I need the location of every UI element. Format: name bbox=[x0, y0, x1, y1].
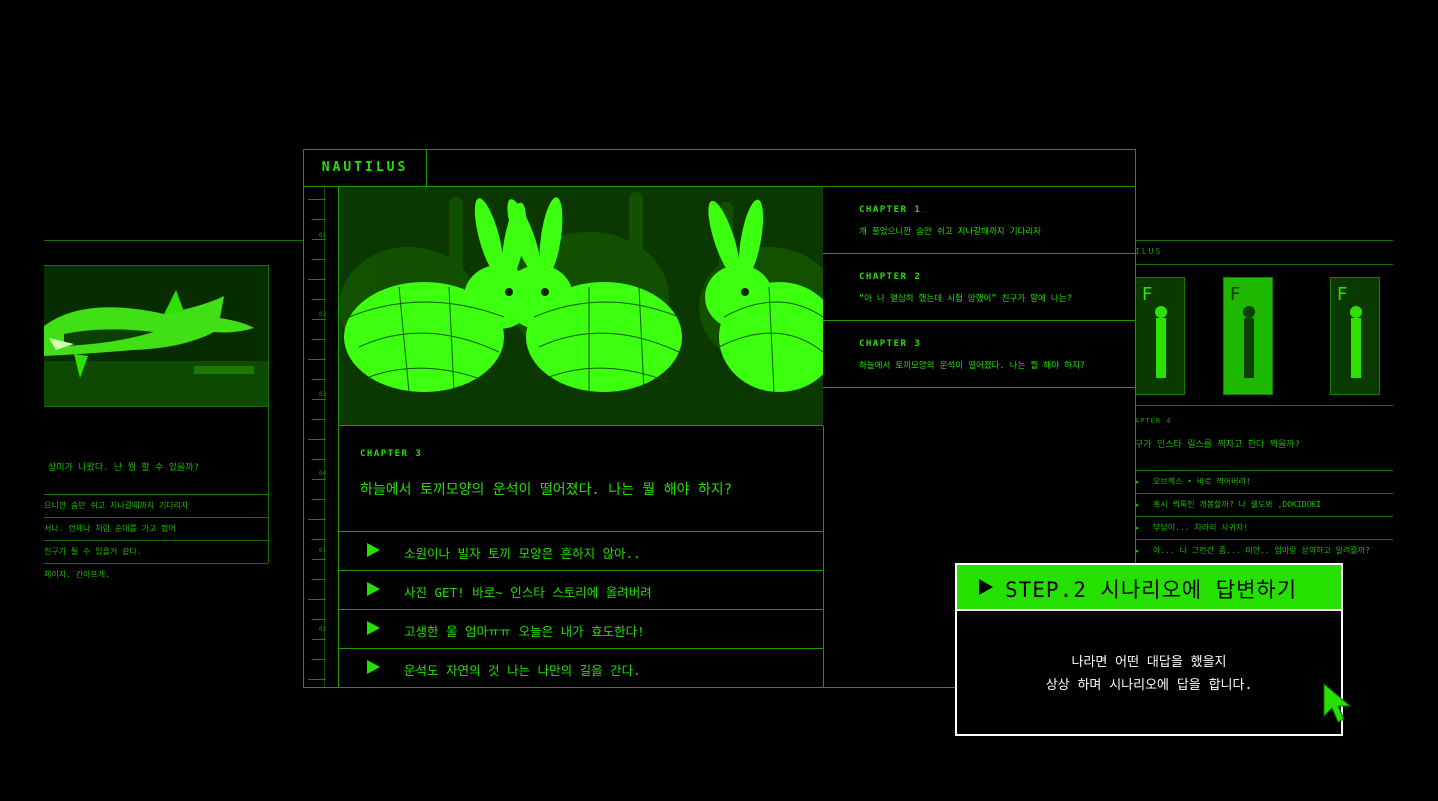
answer-option-1[interactable]: 소원이나 빌자 토끼 모양은 흔하지 않아.. bbox=[339, 531, 823, 570]
shark-image bbox=[44, 266, 268, 407]
left-question: 상미가 나왔다. 난 뭘 할 수 있을까? bbox=[48, 463, 199, 473]
step-line-1: 나라면 어떤 대답을 했을지 bbox=[1071, 655, 1227, 670]
step-callout: STEP.2 시나리오에 답변하기 나라면 어떤 대답을 했을지 상상 하며 시… bbox=[955, 563, 1343, 736]
step-label: STEP.2 시나리오에 답변하기 bbox=[1005, 578, 1298, 602]
play-triangle-icon: ▶ bbox=[1135, 478, 1140, 486]
left-option-1[interactable]: 으니깐 숨만 쉬고 지나갈때까지 기다리자 bbox=[44, 494, 268, 517]
current-chapter-label: CHAPTER 3 bbox=[360, 449, 423, 459]
right-option-3[interactable]: ▶ 부담이... 차라리 사귀자! bbox=[1135, 516, 1393, 539]
nautilus-logo[interactable]: NAUTILUS bbox=[304, 150, 427, 186]
left-background-window: 상미가 나왔다. 난 뭘 할 수 있을까? 으니깐 숨만 쉬고 지나갈때까지 기… bbox=[44, 240, 306, 579]
chapter-item-1[interactable]: CHAPTER 1 개 풀었으니깐 숨만 쉬고 지나갈때까지 기다리자 bbox=[823, 187, 1135, 254]
side-ruler: 01 02 03 04 01 02 bbox=[304, 187, 339, 687]
ruler-label: 04 bbox=[319, 470, 327, 477]
reels-thumbnail-3: F bbox=[1330, 277, 1380, 395]
answer-option-4[interactable]: 운석도 자연의 것 나는 나만의 길을 간다. bbox=[339, 648, 823, 687]
scenario-question: 하늘에서 토끼모양의 운석이 떨어졌다. 나는 뭘 해야 하지? bbox=[360, 482, 733, 498]
play-triangle-icon bbox=[367, 582, 380, 596]
left-option-2[interactable]: 서나. 언제나 처럼 순대를 가고 봤어 bbox=[44, 517, 268, 540]
answer-option-3[interactable]: 고생한 울 엄마ㅠㅠ 오늘은 내가 효도한다! bbox=[339, 609, 823, 648]
left-window-panel: 상미가 나왔다. 난 뭘 할 수 있을까? 으니깐 숨만 쉬고 지나갈때까지 기… bbox=[44, 265, 269, 579]
play-triangle-icon bbox=[367, 660, 380, 674]
ruler-label: 01 bbox=[319, 547, 327, 554]
play-triangle-icon bbox=[367, 543, 380, 557]
chapter-title: CHAPTER 3 bbox=[859, 339, 922, 349]
reels-thumbnail-1: F bbox=[1135, 277, 1185, 395]
play-triangle-icon bbox=[367, 621, 380, 635]
pointer-arrow-icon bbox=[1320, 682, 1356, 732]
right-option-4[interactable]: ▶ 아... 나 그런건 좀... 미안.. 엄마랑 상의하고 알려줄까? bbox=[1135, 539, 1393, 562]
right-window-title: ILUS bbox=[1135, 247, 1163, 256]
step-line-2: 상상 하며 시나리오에 답을 합니다. bbox=[1045, 678, 1253, 693]
right-option-2[interactable]: ▶ 혹시 씩톡인 개봉할까? 나 웰도봐 ,DOKIDOKI bbox=[1135, 493, 1393, 516]
svg-text:F: F bbox=[1230, 284, 1240, 305]
answer-option-2[interactable]: 사진 GET! 바로~ 인스타 스토리에 올려버려 bbox=[339, 570, 823, 609]
play-triangle-icon: ▶ bbox=[1135, 524, 1140, 532]
play-triangle-icon bbox=[979, 579, 993, 595]
chapter-item-3[interactable]: CHAPTER 3 하늘에서 토끼모양의 운석이 떨어졌다. 나는 뭘 해야 하… bbox=[823, 321, 1135, 388]
left-option-4[interactable]: 체이자. 간아프게. bbox=[44, 563, 268, 586]
right-background-window: ILUS F F F APTER 4 구가 인스타 릴스를 찍자고 한다 찍을까… bbox=[1135, 240, 1393, 563]
right-option-1[interactable]: ▶ 오브젝스 • 바로 찍어버려! bbox=[1135, 470, 1393, 493]
chapter-title: CHAPTER 1 bbox=[859, 205, 922, 215]
green-rabbits-image bbox=[339, 187, 823, 426]
svg-text:F: F bbox=[1337, 284, 1347, 305]
svg-text:F: F bbox=[1142, 284, 1152, 305]
scenario-panel: CHAPTER 3 하늘에서 토끼모양의 운석이 떨어졌다. 나는 뭘 해야 하… bbox=[339, 426, 824, 687]
play-triangle-icon: ▶ bbox=[1135, 547, 1140, 555]
reels-thumbnail-2: F bbox=[1223, 277, 1273, 395]
ruler-label: 01 bbox=[319, 232, 327, 239]
chapter-desc: “아 나 열심히 했는데 시험 망했어” 친구가 말에 나는? bbox=[859, 294, 1072, 304]
step-description: 나라면 어떤 대답을 했을지 상상 하며 시나리오에 답을 합니다. bbox=[957, 651, 1341, 697]
left-option-3[interactable]: 친구가 될 수 있을거 같다. bbox=[44, 540, 268, 563]
right-question: 구가 인스타 릴스를 찍자고 한다 찍을까? bbox=[1135, 440, 1300, 450]
right-chapter-label: APTER 4 bbox=[1135, 417, 1172, 425]
step-header: STEP.2 시나리오에 답변하기 bbox=[957, 565, 1341, 611]
chapter-item-2[interactable]: CHAPTER 2 “아 나 열심히 했는데 시험 망했어” 친구가 말에 나는… bbox=[823, 254, 1135, 321]
ruler-label: 03 bbox=[319, 391, 327, 398]
chapter-desc: 하늘에서 토끼모양의 운석이 떨어졌다. 나는 뭘 해야 하지? bbox=[859, 361, 1085, 371]
ruler-label: 02 bbox=[319, 626, 327, 633]
chapter-desc: 개 풀었으니깐 숨만 쉬고 지나갈때까지 기다리자 bbox=[859, 227, 1041, 237]
chapter-list: CHAPTER 1 개 풀었으니깐 숨만 쉬고 지나갈때까지 기다리자 CHAP… bbox=[823, 187, 1135, 388]
chapter-title: CHAPTER 2 bbox=[859, 272, 922, 282]
play-triangle-icon: ▶ bbox=[1135, 501, 1140, 509]
ruler-label: 02 bbox=[319, 311, 327, 318]
